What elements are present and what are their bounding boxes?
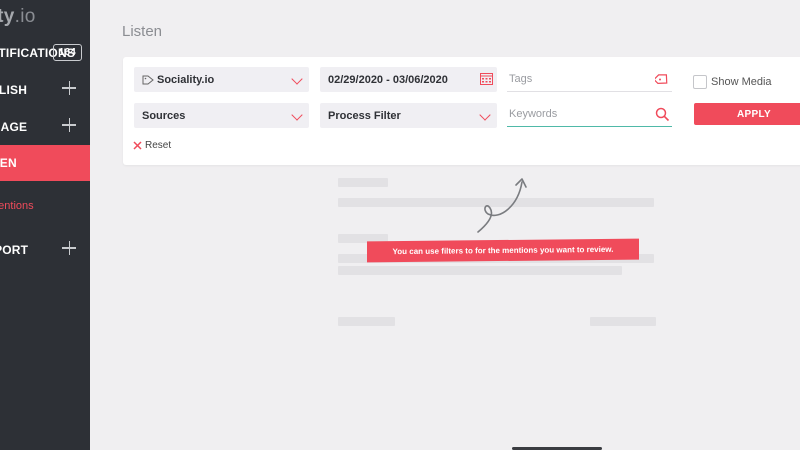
sources-select-value: Sources	[142, 109, 186, 122]
logo-bold: lity	[0, 6, 15, 27]
sidebar-item-publish[interactable]: PUBLISH	[0, 72, 90, 108]
show-media-label: Show Media	[711, 76, 772, 88]
sidebar-item-label: REPORT	[0, 243, 29, 257]
process-filter-value: Process Filter	[328, 109, 401, 122]
skeleton-bar	[338, 266, 622, 275]
sidebar-subitem-mentions[interactable]: Mentions	[0, 200, 34, 212]
tags-input[interactable]: Tags	[507, 67, 672, 92]
reset-label: Reset	[145, 140, 172, 151]
filter-panel: Sociality.io 02/29/2020 - 03/06/2020 Tag…	[123, 57, 800, 165]
skeleton-bar	[338, 178, 388, 187]
plus-icon[interactable]	[62, 118, 76, 132]
show-media-checkbox[interactable]	[693, 75, 707, 89]
sidebar-item-report[interactable]: REPORT	[0, 232, 90, 268]
date-range-value: 02/29/2020 - 03/06/2020	[328, 73, 448, 86]
calendar-icon	[480, 73, 493, 85]
sidebar-item-label: PUBLISH	[0, 83, 28, 97]
filter-hint-tooltip: You can use filters to for the mentions …	[367, 238, 639, 263]
plus-icon[interactable]	[62, 81, 76, 95]
search-icon[interactable]	[655, 107, 670, 122]
account-select[interactable]: Sociality.io	[134, 67, 309, 92]
account-select-value: Sociality.io	[157, 73, 215, 86]
skeleton-bar	[590, 317, 656, 326]
reset-button[interactable]: Reset	[133, 140, 171, 151]
filter-hint-text: You can use filters to for the mentions …	[392, 244, 614, 257]
process-filter-select[interactable]: Process Filter	[320, 103, 497, 128]
date-range-picker[interactable]: 02/29/2020 - 03/06/2020	[320, 67, 497, 92]
sidebar-item-listen[interactable]: LISTEN	[0, 145, 90, 181]
notification-count-badge: 164	[52, 44, 82, 61]
close-icon	[133, 141, 142, 150]
tag-icon	[655, 74, 668, 84]
chevron-down-icon	[291, 109, 303, 121]
sidebar-item-engage[interactable]: ENGAGE	[0, 109, 90, 145]
skeleton-bar	[338, 317, 395, 326]
pointer-arrow-icon	[477, 178, 527, 233]
tags-placeholder: Tags	[509, 73, 533, 85]
tag-icon	[142, 75, 154, 84]
plus-icon[interactable]	[62, 241, 76, 255]
keywords-input[interactable]: Keywords	[507, 102, 672, 127]
sidebar-item-notifications[interactable]: NOTIFICATIONS 164	[0, 35, 90, 71]
apply-button[interactable]: APPLY	[694, 103, 800, 125]
logo: lity.io	[0, 6, 36, 28]
page-title: Listen	[122, 23, 163, 40]
sidebar-item-label: ENGAGE	[0, 120, 28, 134]
keywords-placeholder: Keywords	[509, 108, 558, 120]
sidebar: lity.io NOTIFICATIONS 164 PUBLISH ENGAGE…	[0, 0, 90, 450]
chevron-down-icon	[479, 109, 491, 121]
chevron-down-icon	[291, 73, 303, 85]
logo-rest: .io	[14, 6, 36, 27]
sidebar-item-label: LISTEN	[0, 156, 17, 170]
sources-select[interactable]: Sources	[134, 103, 309, 128]
